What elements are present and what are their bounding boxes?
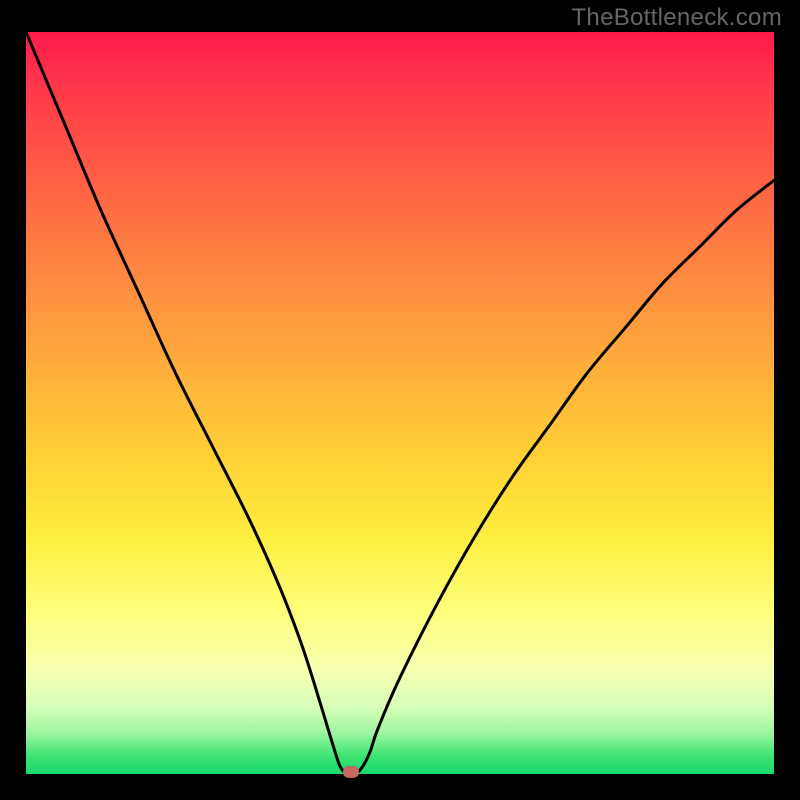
bottleneck-curve-path — [26, 32, 774, 774]
watermark-text: TheBottleneck.com — [571, 4, 782, 32]
chart-frame: TheBottleneck.com — [0, 0, 800, 800]
plot-area — [26, 32, 774, 774]
curve-svg — [26, 32, 774, 774]
optimum-marker — [343, 766, 359, 778]
